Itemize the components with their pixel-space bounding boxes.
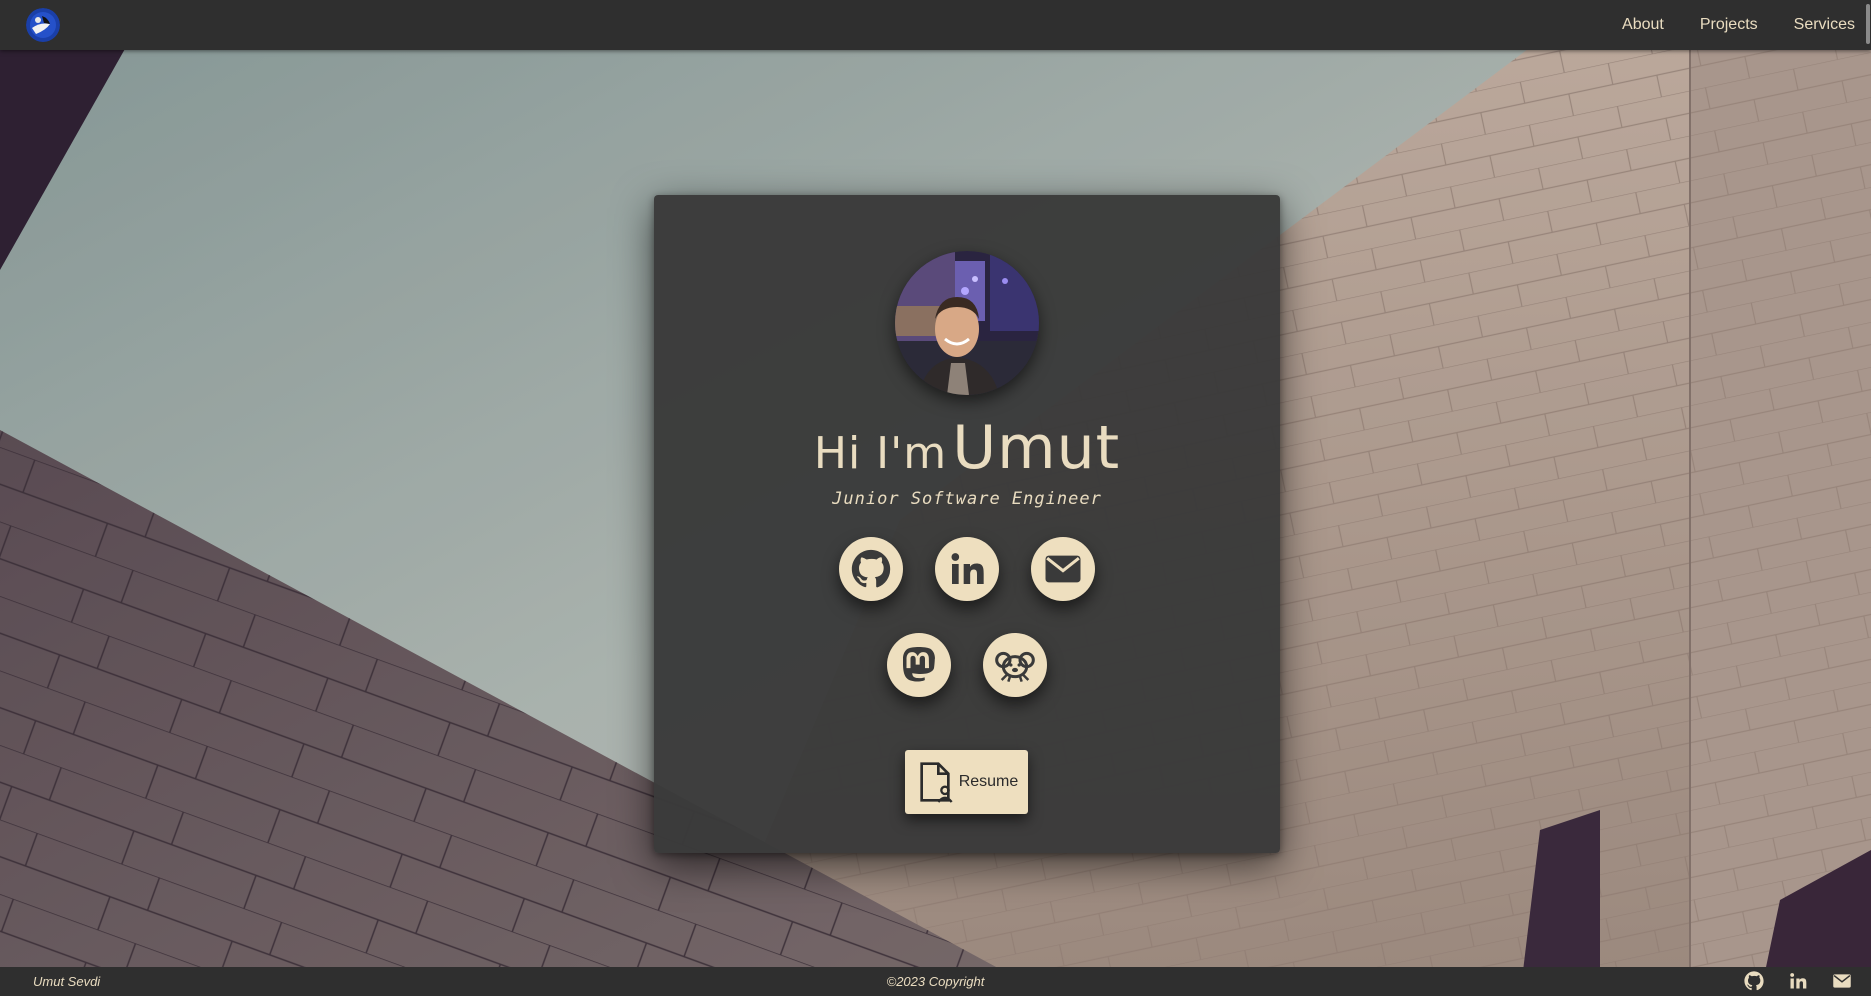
footer-github-icon[interactable] xyxy=(1743,970,1765,992)
resume-icon xyxy=(920,762,953,803)
email-button[interactable] xyxy=(1031,537,1095,601)
koala-icon xyxy=(995,651,1035,683)
greeting-text: Hi I'm xyxy=(813,428,948,479)
hero-subtitle: Junior Software Engineer xyxy=(832,489,1102,509)
github-button[interactable] xyxy=(839,537,903,601)
resume-label: Resume xyxy=(958,773,1019,790)
avatar xyxy=(895,251,1039,395)
nav-link-services[interactable]: Services xyxy=(1794,16,1855,34)
mastodon-icon xyxy=(903,647,935,682)
footer: Umut Sevdi ©2023 Copyright xyxy=(0,967,1871,996)
footer-copyright: ©2023 Copyright xyxy=(886,974,985,989)
nav-link-projects[interactable]: Projects xyxy=(1700,16,1758,34)
scrollbar-thumb[interactable] xyxy=(1866,4,1870,44)
koala-button[interactable] xyxy=(983,633,1047,697)
profile-card: Hi I'm Umut Junior Software Engineer Res… xyxy=(654,195,1280,853)
footer-mail-icon[interactable] xyxy=(1831,970,1853,992)
mail-icon xyxy=(1045,555,1081,583)
top-navbar: About Projects Services xyxy=(0,0,1871,50)
main-nav: About Projects Services xyxy=(1586,0,1855,50)
resume-button[interactable]: Resume xyxy=(905,750,1028,814)
footer-linkedin-icon[interactable] xyxy=(1787,970,1809,992)
nav-link-about[interactable]: About xyxy=(1622,16,1664,34)
footer-name: Umut Sevdi xyxy=(33,974,101,989)
linkedin-button[interactable] xyxy=(935,537,999,601)
page-scrollbar[interactable] xyxy=(1865,0,1871,996)
github-icon xyxy=(851,549,891,588)
hero-greeting: Hi I'm Umut xyxy=(654,413,1280,483)
site-logo-icon[interactable] xyxy=(26,8,60,42)
hero-name: Umut xyxy=(952,413,1121,483)
linkedin-icon xyxy=(951,553,984,584)
mastodon-button[interactable] xyxy=(887,633,951,697)
footer-social-icons xyxy=(1721,970,1853,992)
